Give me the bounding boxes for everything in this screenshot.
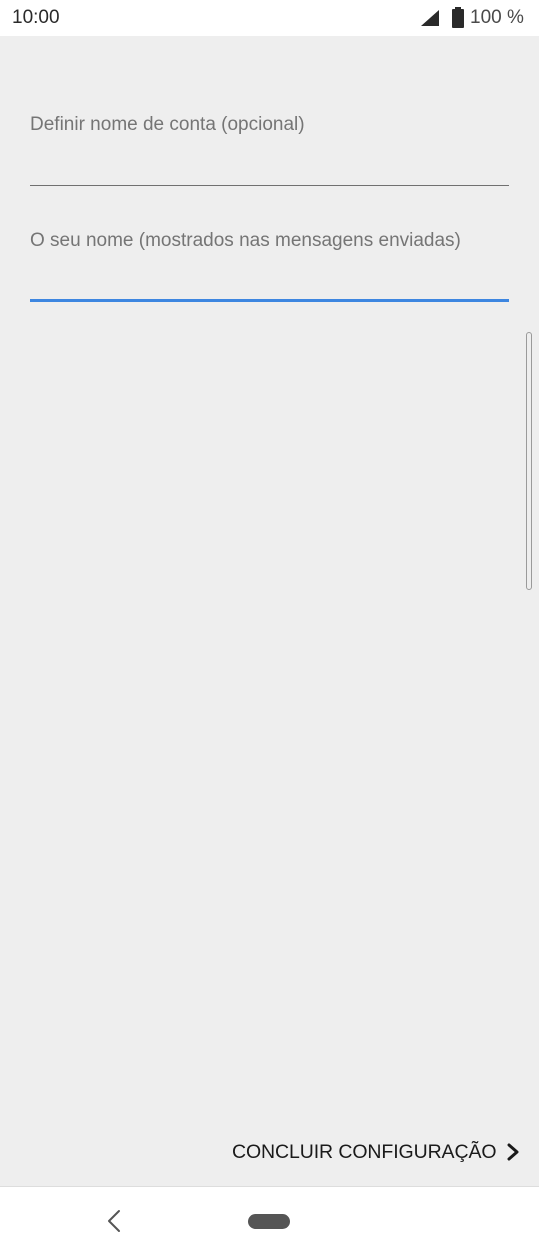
back-icon[interactable] bbox=[100, 1207, 128, 1235]
battery-icon bbox=[452, 7, 464, 28]
chevron-right-icon bbox=[507, 1143, 519, 1161]
battery-percentage: 100 % bbox=[470, 7, 524, 28]
scrollbar[interactable] bbox=[526, 332, 532, 590]
your-name-input[interactable] bbox=[30, 262, 509, 302]
home-pill[interactable] bbox=[248, 1214, 290, 1229]
signal-icon bbox=[421, 10, 439, 26]
account-name-field[interactable]: Definir nome de conta (opcional) bbox=[30, 110, 509, 186]
your-name-label: O seu nome (mostrados nas mensagens envi… bbox=[30, 230, 461, 251]
finish-setup-label: CONCLUIR CONFIGURAÇÃO bbox=[232, 1140, 497, 1163]
account-name-underline bbox=[30, 185, 509, 186]
your-name-underline bbox=[30, 299, 509, 302]
status-bar: 10:00 100 % bbox=[0, 0, 539, 36]
your-name-field[interactable]: O seu nome (mostrados nas mensagens envi… bbox=[30, 226, 509, 302]
account-name-label: Definir nome de conta (opcional) bbox=[30, 114, 305, 135]
navigation-bar bbox=[0, 1187, 539, 1258]
finish-setup-button[interactable]: CONCLUIR CONFIGURAÇÃO bbox=[232, 1130, 520, 1174]
status-time: 10:00 bbox=[12, 7, 60, 28]
account-setup-screen: Definir nome de conta (opcional) O seu n… bbox=[0, 36, 539, 1186]
account-name-input[interactable] bbox=[30, 146, 509, 186]
